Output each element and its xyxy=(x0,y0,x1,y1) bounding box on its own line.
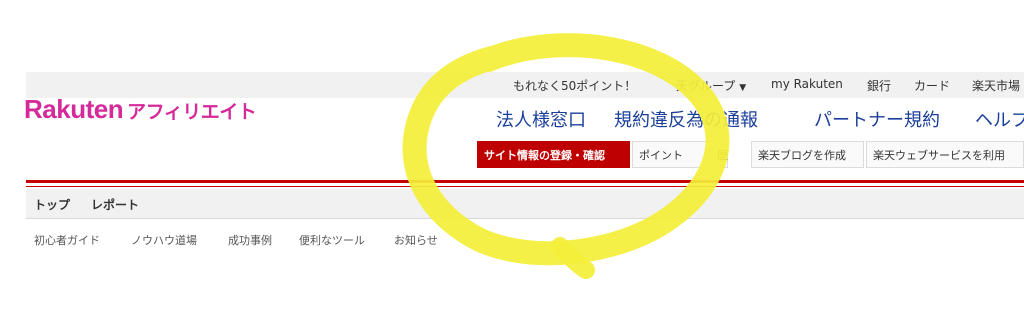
bank-link[interactable]: 銀行 xyxy=(867,77,891,94)
group-menu-label: 天グループ xyxy=(676,79,736,93)
nav-report-tab[interactable]: レポート xyxy=(91,196,139,213)
beginner-guide-link[interactable]: 初心者ガイド xyxy=(34,232,100,248)
corporate-contact-link[interactable]: 法人様窓口 xyxy=(496,106,586,132)
logo-brand: Rakuten xyxy=(24,94,124,124)
ichiba-link[interactable]: 楽天市場 xyxy=(972,77,1020,94)
point-history-button[interactable]: ポイント 歴 xyxy=(632,141,728,168)
points-promo-link[interactable]: もれなく50ポイント！ xyxy=(513,77,636,94)
chevron-down-icon: ▼ xyxy=(739,83,747,93)
header-red-rule xyxy=(26,180,1024,183)
news-link[interactable]: お知らせ xyxy=(394,232,438,248)
global-nav xyxy=(26,189,1024,219)
my-rakuten-link[interactable]: my Rakuten xyxy=(771,77,843,91)
violation-report-link[interactable]: 規約違反為の通報 xyxy=(614,106,758,132)
group-menu[interactable]: 天グループ ▼ xyxy=(676,77,746,94)
success-cases-link[interactable]: 成功事例 xyxy=(228,232,272,248)
create-blog-button[interactable]: 楽天ブログを作成 xyxy=(751,141,864,168)
violation-report-label-start: 規約違反 xyxy=(614,110,686,131)
knowhow-dojo-link[interactable]: ノウハウ道場 xyxy=(131,232,197,248)
violation-report-label-end: 為の通報 xyxy=(686,110,758,131)
nav-top-tab[interactable]: トップ xyxy=(34,196,70,213)
partner-terms-link[interactable]: パートナー規約 xyxy=(814,106,940,132)
card-link[interactable]: カード xyxy=(914,77,950,94)
point-history-label-start: ポイント xyxy=(639,149,683,162)
useful-tools-link[interactable]: 便利なツール xyxy=(299,232,365,248)
rakuten-affiliate-logo[interactable]: Rakuten アフィリエイト xyxy=(24,94,257,125)
logo-suffix: アフィリエイト xyxy=(127,101,257,123)
header-red-rule-thin xyxy=(26,186,1024,187)
web-service-button[interactable]: 楽天ウェブサービスを利用 xyxy=(866,141,1024,168)
help-link[interactable]: ヘルプ xyxy=(975,106,1024,132)
point-history-label-end: 歴 xyxy=(717,149,728,162)
site-register-button[interactable]: サイト情報の登録・確認 xyxy=(477,141,630,168)
